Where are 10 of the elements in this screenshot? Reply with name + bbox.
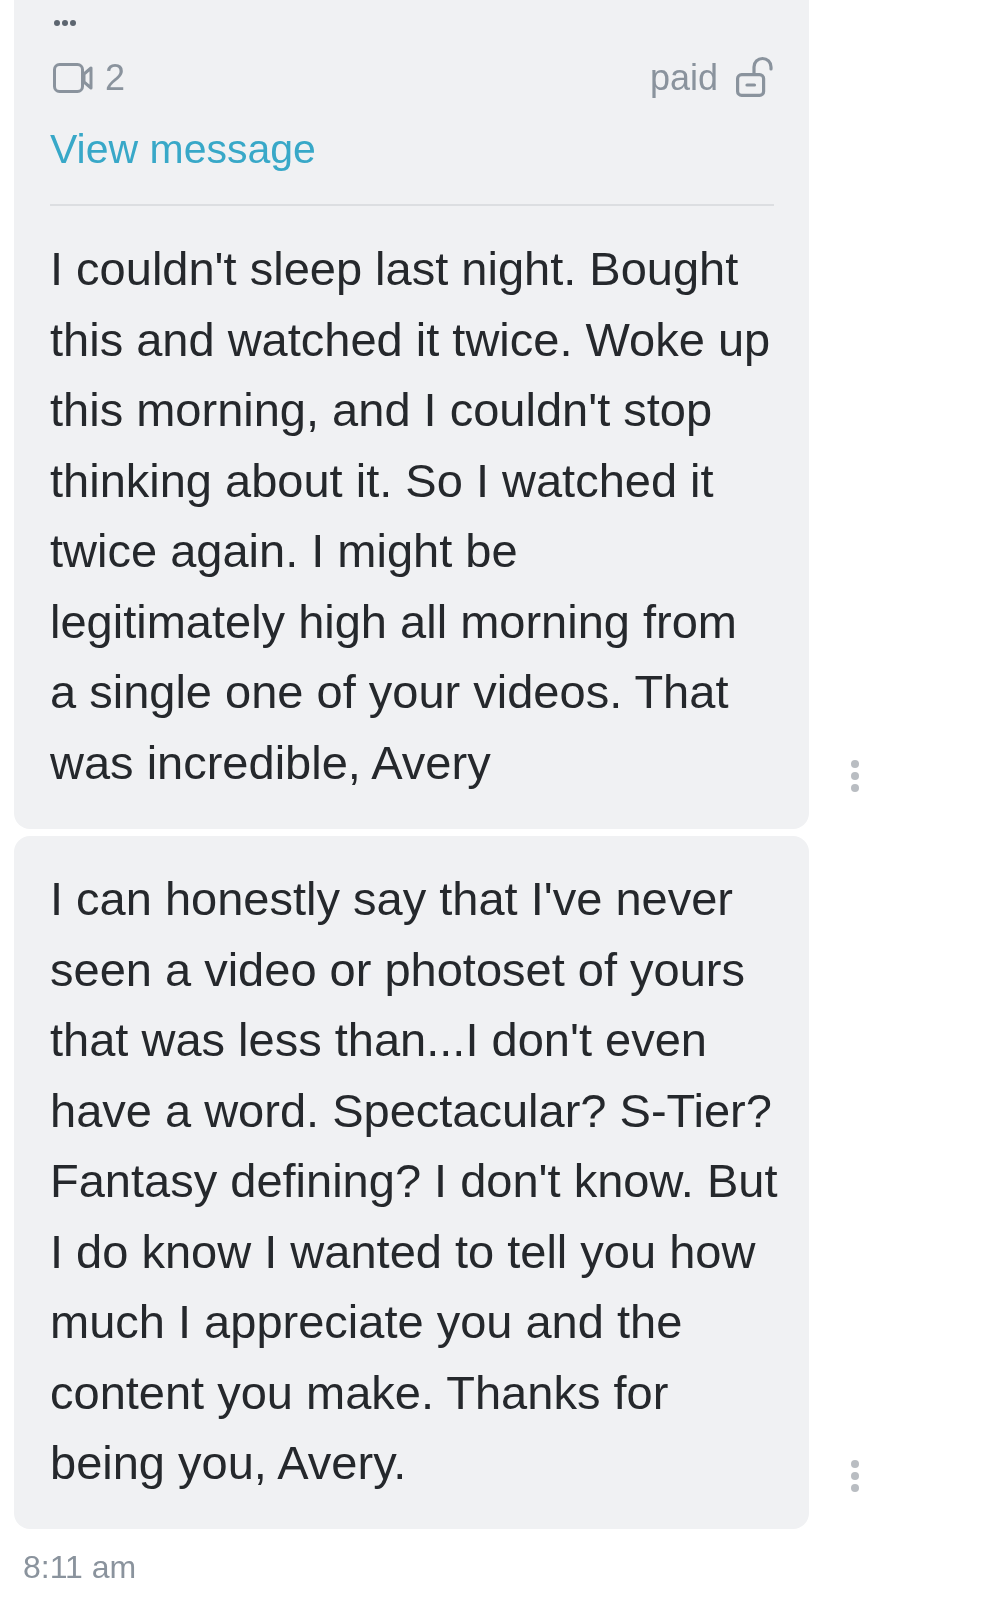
message-text: I couldn't sleep last night. Bought this and watched it twice. Woke up this morning, and I couldn't stop thinking about it. So I watched it twice again. I might be legitimately high all morning from a single one of your videos. That was incredible, Avery <box>50 241 771 791</box>
view-message-link[interactable]: View message <box>50 125 316 173</box>
more-icon[interactable] <box>54 20 76 26</box>
message-text: I can honestly say that I've never seen a video or photoset of yours that was less than...I don't even have a word. Spectacular? S-Tier? Fantasy defining? I don't know. But I do know I wanted to tell you how much I appreciate you and the content you make. Thanks for being you, Avery. <box>50 871 778 1491</box>
media-count: 2 <box>105 58 126 98</box>
message-time: 8:11 am <box>23 1548 137 1585</box>
more-options-icon[interactable] <box>851 1459 859 1492</box>
more-options-icon[interactable] <box>851 760 859 792</box>
video-camera-icon <box>53 63 93 93</box>
price-label: paid <box>649 58 718 98</box>
